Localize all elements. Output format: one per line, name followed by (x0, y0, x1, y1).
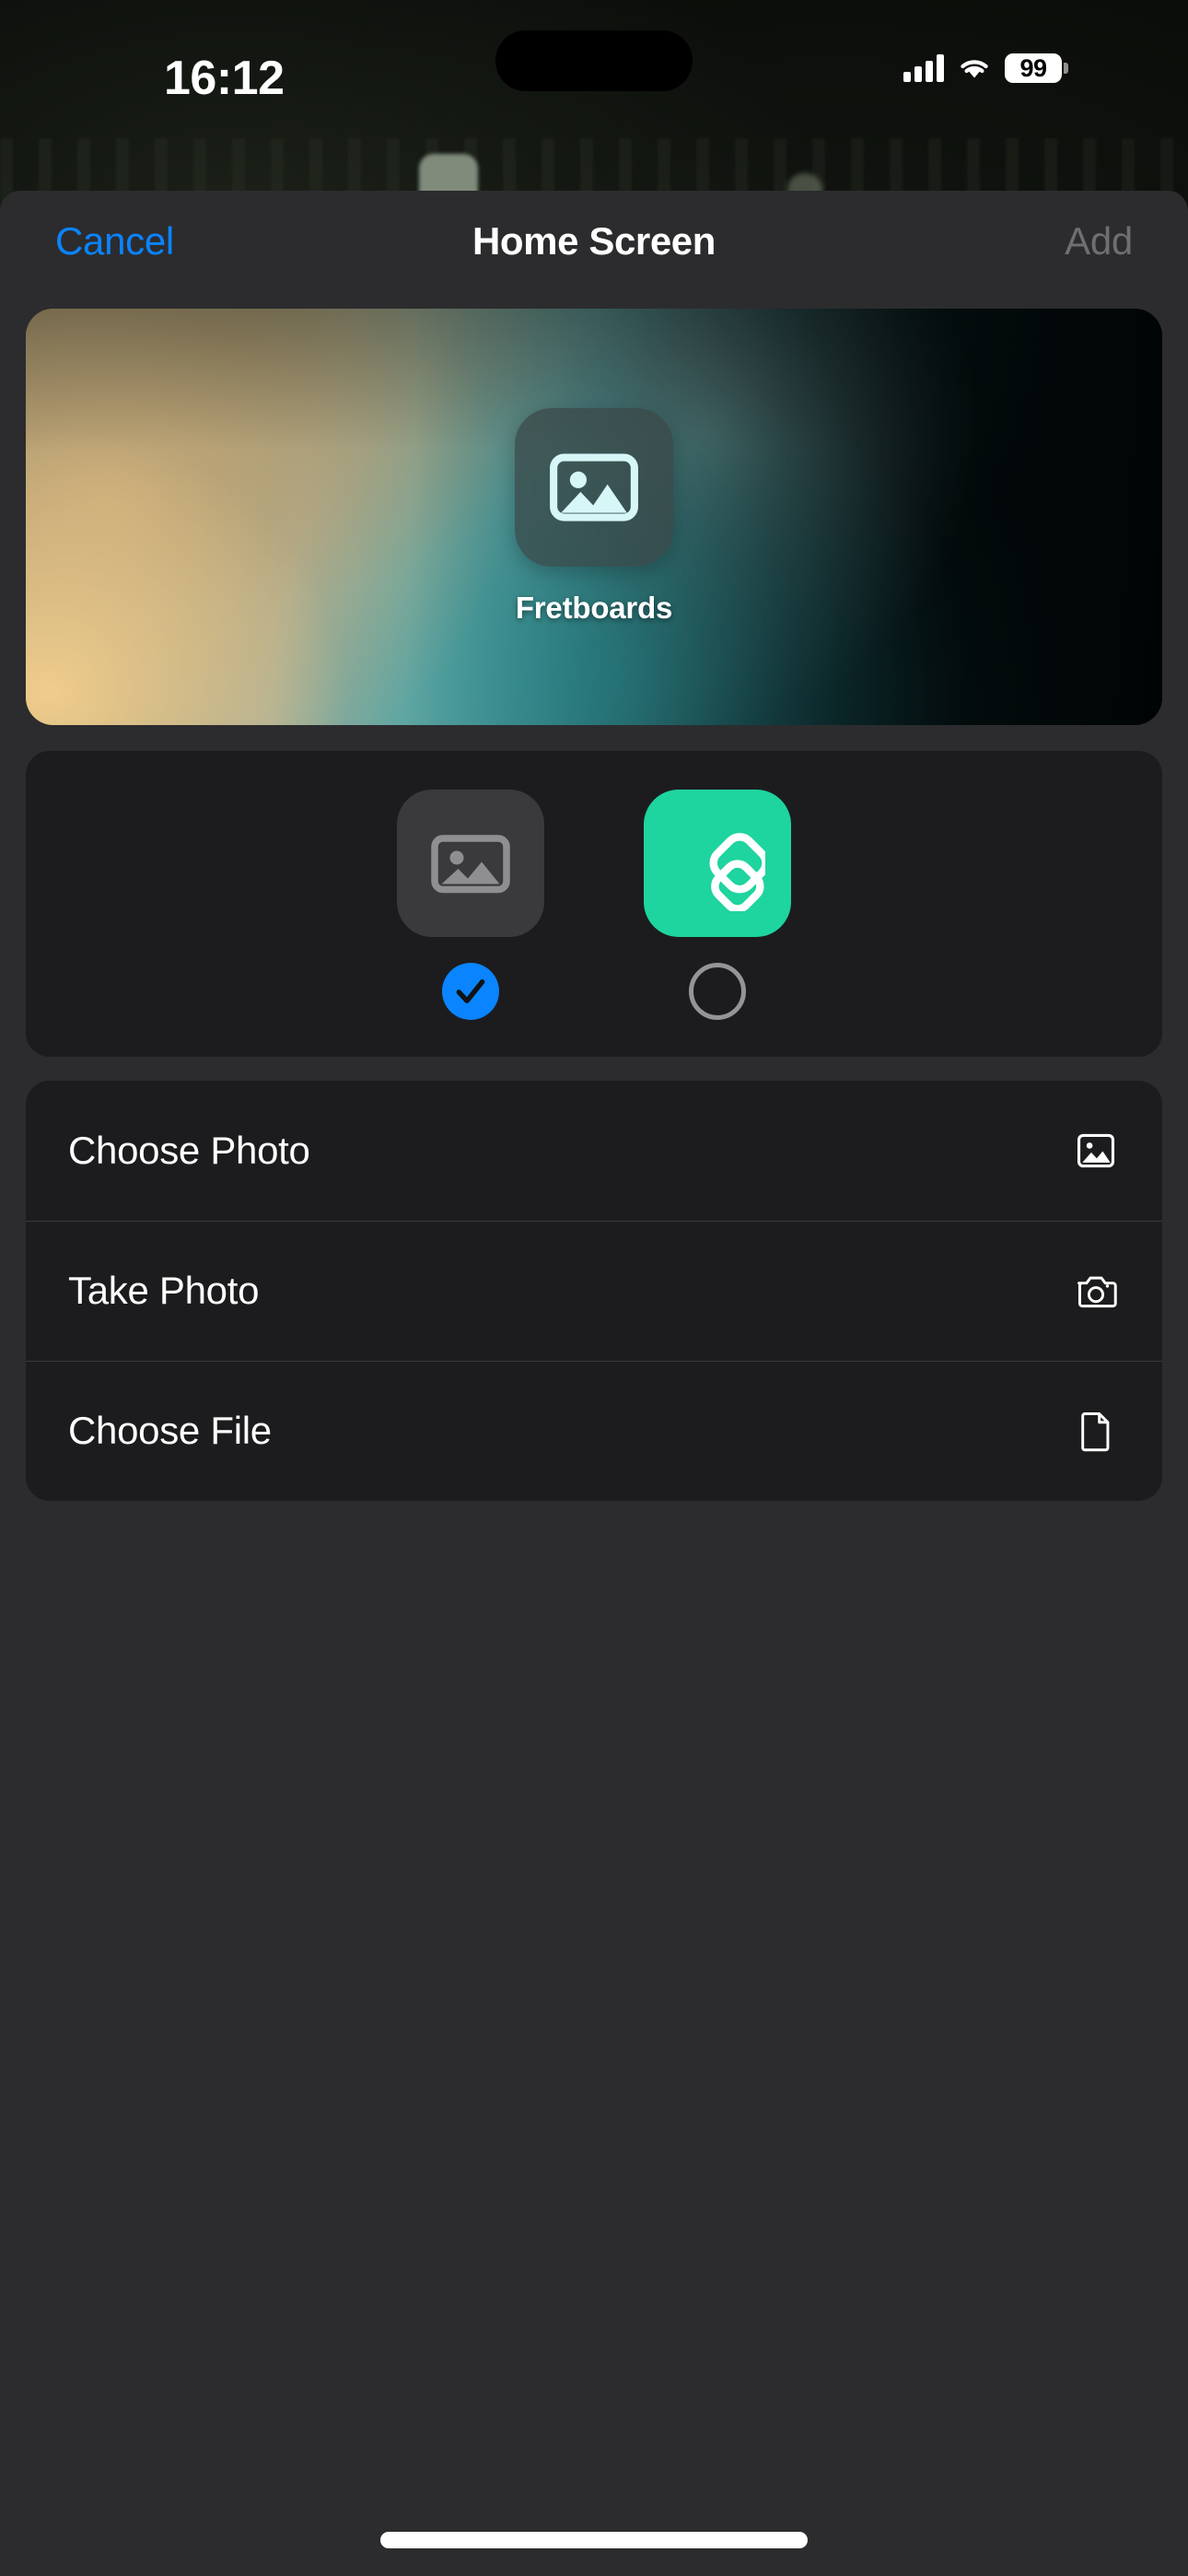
icon-picker-options (397, 790, 791, 1020)
document-icon (1072, 1407, 1120, 1455)
choose-photo-label: Choose Photo (68, 1129, 310, 1172)
cancel-button[interactable]: Cancel (55, 219, 174, 263)
navigation-bar: Cancel Home Screen Add (0, 191, 1188, 292)
add-button[interactable]: Add (1065, 219, 1133, 263)
icon-picker-card (26, 751, 1162, 1057)
choose-file-label: Choose File (68, 1409, 272, 1452)
take-photo-label: Take Photo (68, 1269, 260, 1312)
photo-placeholder-icon (546, 439, 642, 535)
photo-placeholder-icon (426, 819, 515, 907)
checkmark-icon (453, 974, 488, 1009)
icon-option-placeholder-tile[interactable] (397, 790, 544, 937)
home-screen-modal-sheet: Cancel Home Screen Add Fretboards Choose… (0, 191, 1188, 2576)
list-item[interactable]: Choose File (26, 1361, 1162, 1501)
icon-option-brand-tile[interactable] (644, 790, 791, 937)
list-item[interactable]: Choose Photo (26, 1081, 1162, 1221)
icon-source-action-list: Choose Photo Take Photo Choose File (26, 1081, 1162, 1501)
preview-app-icon-group: Fretboards (26, 309, 1162, 725)
photo-icon (1072, 1127, 1120, 1175)
icon-option-placeholder[interactable] (397, 790, 544, 1020)
home-indicator[interactable] (380, 2532, 808, 2548)
list-item[interactable]: Take Photo (26, 1221, 1162, 1361)
iphone-screen: 16:12 99 Cancel Home Screen Add Fretboar… (0, 0, 1188, 2576)
layers-stack-icon (670, 815, 765, 911)
icon-option-brand[interactable] (644, 790, 791, 1020)
camera-icon (1072, 1267, 1120, 1315)
home-screen-preview-card: Fretboards (26, 309, 1162, 725)
preview-app-icon-tile (515, 408, 673, 567)
page-title: Home Screen (472, 219, 716, 263)
preview-app-label: Fretboards (515, 591, 673, 625)
icon-option-brand-radio[interactable] (689, 963, 746, 1020)
icon-option-placeholder-radio[interactable] (442, 963, 499, 1020)
